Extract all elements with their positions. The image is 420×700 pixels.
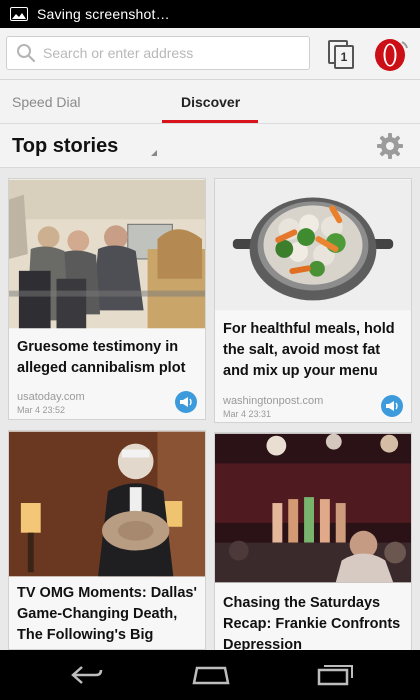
story-card[interactable]: For healthful meals, hold the salt, avoi… xyxy=(214,178,412,423)
speaker-icon[interactable] xyxy=(381,395,403,417)
status-bar: Saving screenshot… xyxy=(0,0,420,28)
tab-bar: Speed Dial Discover xyxy=(0,80,420,124)
system-nav-bar xyxy=(0,650,420,700)
dropdown-arrow-icon[interactable] xyxy=(151,150,157,156)
story-image xyxy=(215,433,411,583)
search-icon xyxy=(17,44,36,63)
tab-count-badge: 1 xyxy=(334,45,354,69)
recent-apps-icon[interactable] xyxy=(316,664,354,686)
story-card[interactable]: Gruesome testimony in alleged cannibalis… xyxy=(8,178,206,420)
gear-icon[interactable] xyxy=(376,132,404,160)
tab-speed-dial[interactable]: Speed Dial xyxy=(12,94,81,110)
search-input[interactable] xyxy=(43,45,293,61)
story-card[interactable]: Chasing the Saturdays Recap: Frankie Con… xyxy=(214,432,412,652)
back-icon[interactable] xyxy=(70,664,104,686)
story-image xyxy=(215,179,411,311)
active-tab-indicator xyxy=(162,120,258,123)
status-text: Saving screenshot… xyxy=(37,6,170,22)
home-icon[interactable] xyxy=(191,664,231,686)
address-bar: 1 xyxy=(0,28,420,80)
category-dropdown[interactable]: Top stories xyxy=(12,135,118,158)
story-date: Mar 4 23:31 xyxy=(223,409,272,419)
section-header: Top stories xyxy=(0,124,420,168)
tab-discover[interactable]: Discover xyxy=(181,94,240,110)
story-date: Mar 4 23:52 xyxy=(17,405,66,415)
story-headline[interactable]: Gruesome testimony in alleged cannibalis… xyxy=(17,337,201,379)
story-headline[interactable]: Chasing the Saturdays Recap: Frankie Con… xyxy=(223,593,409,651)
story-source: washingtonpost.com xyxy=(223,395,324,407)
story-image xyxy=(9,179,205,329)
story-image xyxy=(9,431,205,577)
story-source: usatoday.com xyxy=(17,391,85,403)
story-headline[interactable]: For healthful meals, hold the salt, avoi… xyxy=(223,319,407,382)
story-headline[interactable]: TV OMG Moments: Dallas' Game-Changing De… xyxy=(17,583,203,649)
speaker-icon[interactable] xyxy=(175,391,197,413)
opera-menu-icon[interactable] xyxy=(372,38,408,72)
tabs-button[interactable]: 1 xyxy=(326,40,356,70)
picture-icon xyxy=(10,7,28,21)
address-field[interactable] xyxy=(6,36,310,70)
story-card[interactable]: TV OMG Moments: Dallas' Game-Changing De… xyxy=(8,430,206,650)
